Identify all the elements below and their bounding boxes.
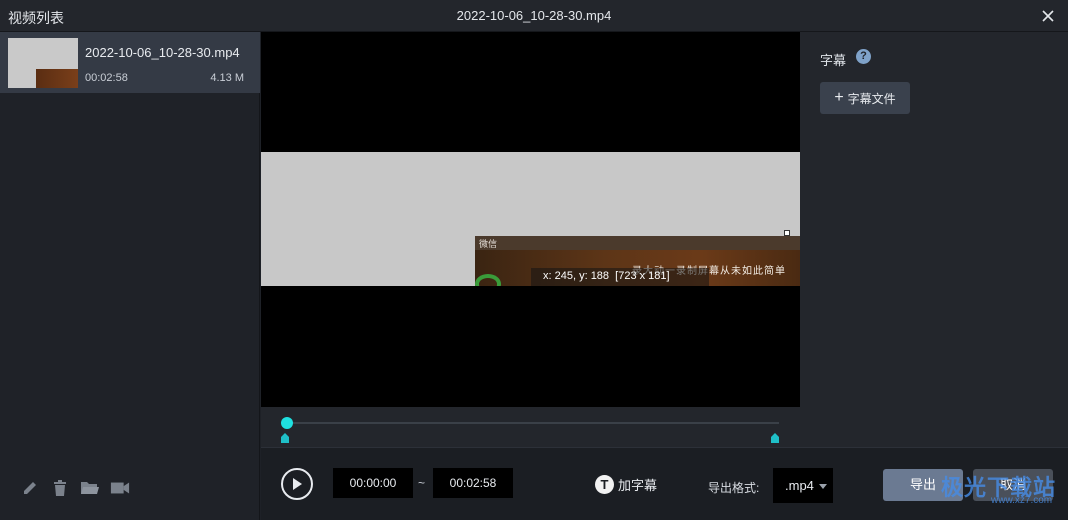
- video-preview[interactable]: 微信 录大动一录制屏幕从未如此简单 x: 245, y: 188 [723 x …: [261, 32, 800, 407]
- start-time-field[interactable]: 00:00:00: [333, 468, 413, 498]
- pencil-icon[interactable]: [20, 478, 40, 498]
- add-caption-button[interactable]: T 加字幕: [595, 475, 657, 494]
- video-frame: 微信 录大动一录制屏幕从未如此简单 x: 245, y: 188 [723 x …: [261, 152, 800, 286]
- export-format-value: .mp4: [785, 478, 814, 493]
- title-bar: 视频列表 2022-10-06_10-28-30.mp4: [0, 0, 1068, 32]
- open-folder-icon[interactable]: [80, 478, 100, 498]
- video-duration: 00:02:58: [85, 72, 128, 84]
- window-title: 2022-10-06_10-28-30.mp4: [456, 8, 612, 23]
- play-icon: [293, 478, 302, 490]
- trim-end-marker[interactable]: [771, 431, 779, 443]
- trim-start-marker[interactable]: [281, 431, 289, 443]
- add-subtitle-label: 字幕文件: [847, 91, 896, 106]
- subtitle-title: 字幕: [820, 53, 847, 68]
- video-thumbnail: [8, 38, 78, 88]
- trash-icon[interactable]: [50, 478, 70, 498]
- video-list-panel: 2022-10-06_10-28-30.mp4 00:02:58 4.13 M: [0, 32, 260, 520]
- chevron-down-icon: [819, 484, 827, 489]
- video-camera-icon[interactable]: [110, 478, 130, 498]
- add-caption-label: 加字幕: [618, 478, 658, 493]
- app-logo-icon: [475, 274, 501, 286]
- timeline[interactable]: [261, 407, 800, 447]
- export-format-label: 导出格式:: [708, 481, 760, 495]
- coordinate-readout: x: 245, y: 188 [723 x 181]: [531, 268, 709, 286]
- help-icon[interactable]: ?: [856, 49, 871, 64]
- text-t-icon: T: [595, 475, 614, 494]
- cancel-button[interactable]: 取消: [973, 469, 1053, 501]
- timeline-track[interactable]: [287, 422, 779, 424]
- video-size: 4.13 M: [210, 72, 244, 84]
- list-toolbar: [20, 478, 130, 498]
- video-name: 2022-10-06_10-28-30.mp4: [85, 45, 240, 60]
- control-bar: 00:00:00 ~ 00:02:58 T 加字幕 导出格式: .mp4 导出 …: [261, 447, 1068, 520]
- resize-handle[interactable]: [784, 230, 790, 236]
- video-list-title: 视频列表: [8, 10, 64, 26]
- add-subtitle-file-button[interactable]: + 字幕文件: [820, 82, 910, 114]
- plus-icon: +: [834, 89, 844, 106]
- capture-header: 微信: [479, 239, 498, 249]
- playhead-handle[interactable]: [281, 417, 293, 429]
- subtitle-panel: 字幕 ? + 字幕文件: [800, 32, 1068, 447]
- close-icon[interactable]: [1036, 4, 1060, 28]
- play-button[interactable]: [281, 468, 313, 500]
- time-separator: ~: [418, 476, 426, 490]
- export-format-select[interactable]: .mp4: [773, 468, 833, 503]
- end-time-field[interactable]: 00:02:58: [433, 468, 513, 498]
- capture-region: 微信 录大动一录制屏幕从未如此简单 x: 245, y: 188 [723 x …: [475, 236, 800, 286]
- video-list-item[interactable]: 2022-10-06_10-28-30.mp4 00:02:58 4.13 M: [0, 32, 260, 93]
- export-button[interactable]: 导出: [883, 469, 963, 501]
